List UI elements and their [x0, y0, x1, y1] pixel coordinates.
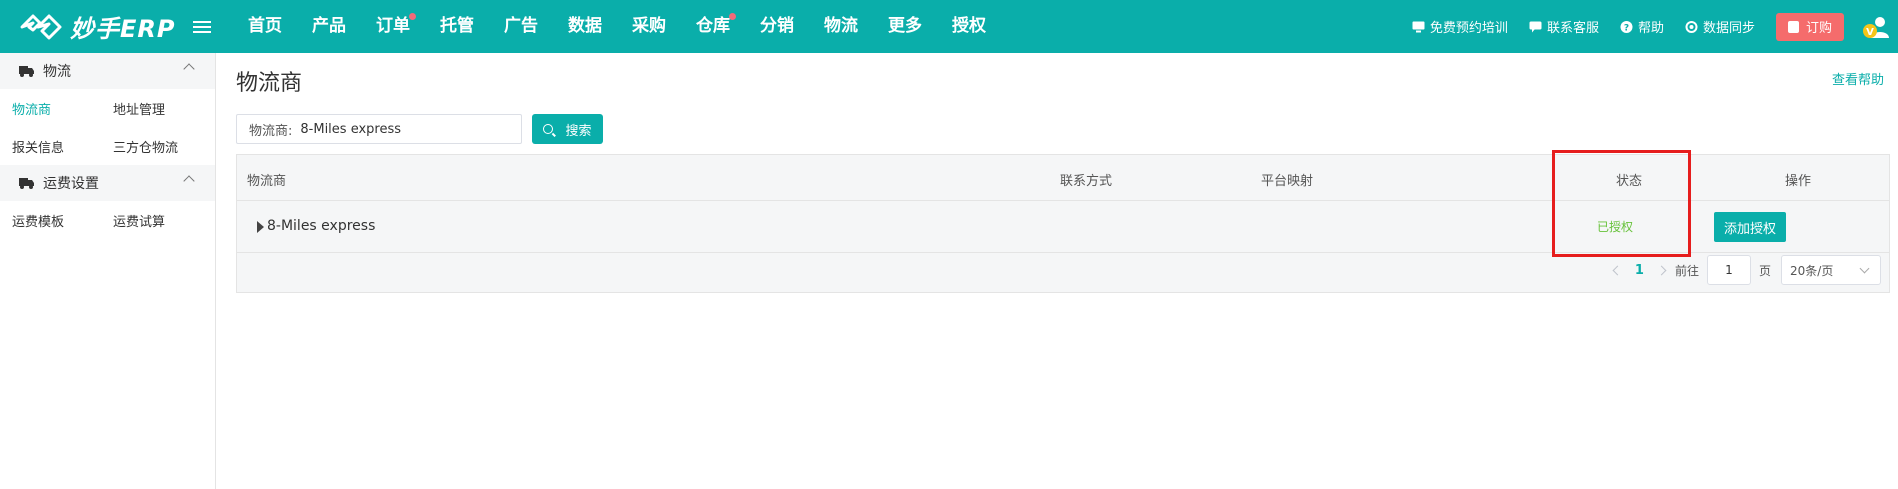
- nav-item-authorize[interactable]: 授权: [937, 0, 1001, 53]
- svg-text:V: V: [1866, 27, 1874, 38]
- search-button-label: 搜索: [565, 123, 592, 139]
- nav-label: 分销: [760, 16, 794, 36]
- add-authorization-button[interactable]: 添加授权: [1714, 212, 1786, 242]
- svg-text:?: ?: [1624, 23, 1629, 33]
- main-nav: 首页 产品 订单 托管 广告 数据 采购 仓库 分销 物流 更多 授权: [233, 0, 1001, 53]
- order-label: 订购: [1805, 21, 1832, 36]
- nav-label: 数据: [568, 16, 602, 36]
- header-action: 操作: [1785, 174, 1812, 189]
- chevron-down-icon: [1859, 263, 1870, 274]
- top-right-tools: 免费预约培训 联系客服 ? 帮助 数据同步 订购 V: [1412, 0, 1898, 53]
- nav-label: 首页: [248, 16, 282, 36]
- notification-dot: [409, 13, 416, 20]
- monitor-icon: [1412, 21, 1425, 32]
- goto-label: 前往: [1674, 263, 1699, 278]
- header-mapping: 平台映射: [1261, 174, 1314, 189]
- logo-icon: [20, 14, 62, 39]
- support-link[interactable]: 联系客服: [1529, 17, 1599, 36]
- logo[interactable]: 妙手ERP: [0, 9, 185, 44]
- nav-label: 采购: [632, 16, 666, 36]
- nav-item-distribution[interactable]: 分销: [745, 0, 809, 53]
- next-page-icon[interactable]: [1656, 265, 1667, 275]
- sidebar-row: 运费模板 运费试算: [0, 201, 215, 239]
- page-title: 物流商: [236, 71, 303, 96]
- nav-item-data[interactable]: 数据: [553, 0, 617, 53]
- sidebar-group-title: 运费设置: [43, 176, 99, 192]
- help-link[interactable]: ? 帮助: [1620, 17, 1664, 36]
- sidebar-group-shipping-fees[interactable]: 运费设置: [0, 165, 215, 201]
- search-icon: [543, 124, 554, 134]
- nav-item-purchase[interactable]: 采购: [617, 0, 681, 53]
- nav-item-products[interactable]: 产品: [297, 0, 361, 53]
- page-unit-label: 页: [1758, 263, 1771, 278]
- current-page[interactable]: 1: [1635, 263, 1644, 278]
- chat-icon: [1529, 21, 1542, 32]
- sidebar-item-fee-calculator[interactable]: 运费试算: [101, 211, 202, 230]
- top-navbar: 妙手ERP 首页 产品 订单 托管 广告 数据 采购 仓库 分销 物流 更多 授…: [0, 0, 1898, 53]
- nav-item-ads[interactable]: 广告: [489, 0, 553, 53]
- nav-label: 产品: [312, 16, 346, 36]
- training-link[interactable]: 免费预约培训: [1412, 17, 1508, 36]
- chevron-up-icon: [183, 63, 195, 75]
- sync-icon: [1685, 20, 1698, 33]
- help-label: 帮助: [1637, 21, 1664, 36]
- header-contact: 联系方式: [1060, 174, 1113, 189]
- sidebar-group-logistics[interactable]: 物流: [0, 53, 215, 89]
- nav-label: 更多: [888, 16, 922, 36]
- nav-label: 广告: [504, 16, 538, 36]
- header-carrier: 物流商: [247, 174, 287, 189]
- sidebar-item-fee-template[interactable]: 运费模板: [0, 211, 101, 230]
- expand-caret-icon[interactable]: [257, 221, 264, 233]
- sidebar-item-3pl[interactable]: 三方仓物流: [101, 137, 202, 156]
- prev-page-icon[interactable]: [1612, 265, 1623, 275]
- search-button[interactable]: 搜索: [532, 114, 603, 144]
- search-label: 物流商:: [249, 123, 293, 139]
- nav-item-orders[interactable]: 订单: [361, 0, 425, 53]
- goto-page-input[interactable]: 1: [1706, 255, 1751, 285]
- chevron-up-icon: [183, 175, 195, 187]
- support-label: 联系客服: [1546, 21, 1599, 36]
- nav-item-logistics[interactable]: 物流: [809, 0, 873, 53]
- logo-text: 妙手ERP: [70, 15, 176, 43]
- pagination: 1 前往 1 页 20条/页: [1604, 255, 1881, 285]
- sidebar-item-customs[interactable]: 报关信息: [0, 137, 101, 156]
- nav-item-home[interactable]: 首页: [233, 0, 297, 53]
- nav-label: 托管: [440, 16, 474, 36]
- sidebar-row: 报关信息 三方仓物流: [0, 127, 215, 165]
- notification-dot: [729, 13, 736, 20]
- sidebar-group-title: 物流: [43, 64, 71, 80]
- sidebar-item-addresses[interactable]: 地址管理: [101, 99, 202, 118]
- status-highlight-box: [1552, 150, 1691, 257]
- question-icon: ?: [1620, 20, 1633, 33]
- nav-item-more[interactable]: 更多: [873, 0, 937, 53]
- nav-label: 物流: [824, 16, 858, 36]
- carrier-search-input[interactable]: 物流商: 8-Miles express: [236, 114, 522, 144]
- user-avatar-icon[interactable]: V: [1860, 12, 1890, 42]
- nav-item-hosting[interactable]: 托管: [425, 0, 489, 53]
- page-size-value: 20条/页: [1790, 263, 1834, 278]
- view-help-link[interactable]: 查看帮助: [1832, 69, 1884, 88]
- truck-icon: [19, 65, 34, 77]
- sync-label: 数据同步: [1702, 21, 1755, 36]
- shopping-bag-icon: [1787, 20, 1799, 33]
- order-button[interactable]: 订购: [1775, 12, 1844, 41]
- sidebar-item-carriers[interactable]: 物流商: [0, 99, 101, 118]
- sidebar-row: 物流商 地址管理: [0, 89, 215, 127]
- data-sync-link[interactable]: 数据同步: [1685, 17, 1755, 36]
- search-value: 8-Miles express: [300, 121, 402, 137]
- menu-toggle-icon[interactable]: [193, 20, 211, 33]
- nav-item-warehouse[interactable]: 仓库: [681, 0, 745, 53]
- carrier-name: 8-Miles express: [267, 218, 376, 234]
- nav-label: 订单: [376, 16, 410, 36]
- page-size-select[interactable]: 20条/页: [1781, 255, 1881, 285]
- sidebar: 物流 物流商 地址管理 报关信息 三方仓物流 运费设置 运费模板 运费试算: [0, 53, 216, 489]
- nav-label: 授权: [952, 16, 986, 36]
- training-label: 免费预约培训: [1429, 21, 1508, 36]
- truck-icon: [19, 177, 34, 189]
- nav-label: 仓库: [696, 16, 730, 36]
